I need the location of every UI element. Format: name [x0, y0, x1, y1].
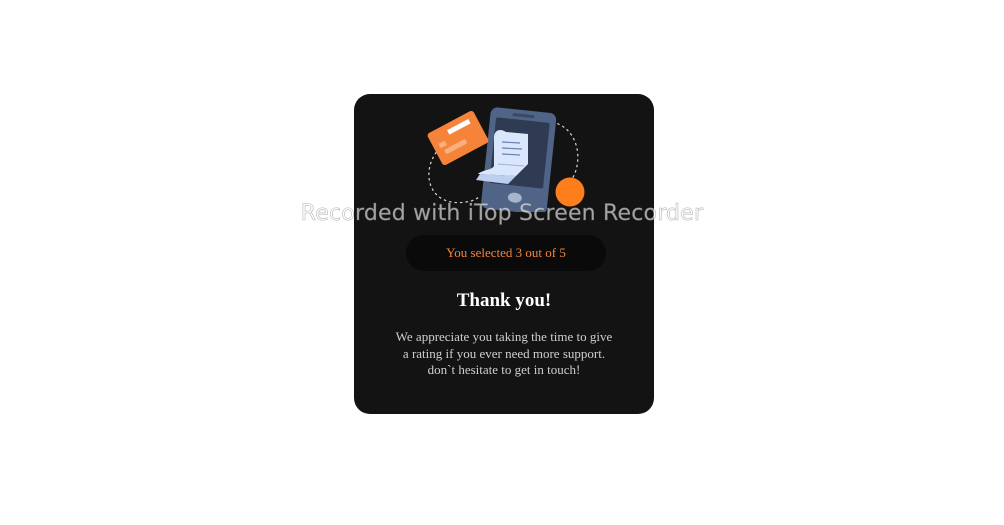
thank-you-heading: Thank you! [456, 290, 552, 311]
rating-thank-you-card: You selected 3 out of 5 Thank you! We ap… [354, 94, 654, 414]
message-line: We appreciate you taking the time to giv… [395, 329, 613, 344]
rating-summary-badge: You selected 3 out of 5 [406, 235, 606, 271]
thank-you-message: We appreciate you taking the time to giv… [392, 329, 616, 379]
message-line: a rating if you ever need more support. [402, 345, 606, 361]
message-line: don`t hesitate to get in touch! [427, 362, 581, 377]
payment-receipt-phone-icon [427, 107, 585, 212]
page: You selected 3 out of 5 Thank you! We ap… [0, 0, 1004, 525]
rating-summary-text: You selected 3 out of 5 [446, 245, 566, 260]
